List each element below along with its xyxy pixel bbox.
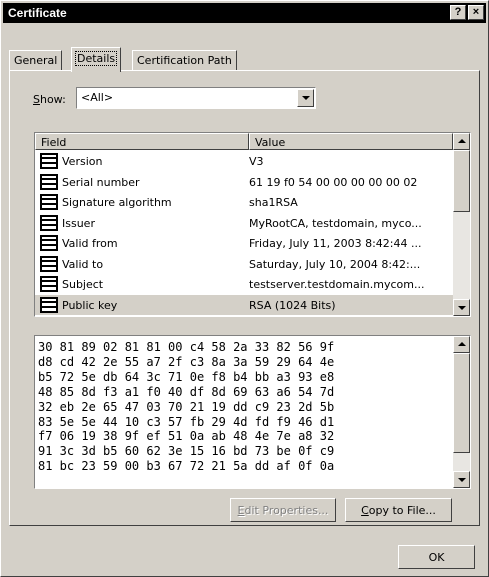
- field-name: Version: [62, 155, 103, 168]
- list-item[interactable]: Serial number 61 19 f0 54 00 00 00 00 00…: [35, 172, 453, 193]
- field-value: MyRootCA, testdomain, myco...: [249, 216, 422, 230]
- list-item[interactable]: Version V3: [35, 151, 453, 172]
- hex-line: 81 bc 23 59 00 b3 67 72 21 5a dd af 0f 0…: [38, 459, 335, 474]
- fields-list-scrollbar[interactable]: [453, 133, 470, 316]
- title-bar[interactable]: Certificate ? ×: [3, 3, 486, 23]
- show-label-accesskey: S: [33, 93, 40, 106]
- edit-properties-accesskey: E: [237, 504, 245, 517]
- certificate-field-icon: [40, 235, 58, 251]
- tab-general[interactable]: General: [9, 50, 63, 71]
- hex-line: 91 3c 3d b5 60 62 3e 15 16 bd 73 be 0f c…: [38, 444, 335, 459]
- field-value: 61 19 f0 54 00 00 00 00 00 02: [249, 175, 418, 189]
- fields-list[interactable]: Field Value Version V3 Serial number 61 …: [34, 132, 471, 317]
- field-value: V3: [249, 155, 264, 168]
- window-title: Certificate: [8, 6, 67, 20]
- hex-scrollbar[interactable]: [453, 336, 470, 488]
- field-name: Public key: [62, 298, 118, 312]
- fields-list-rows: Version V3 Serial number 61 19 f0 54 00 …: [35, 151, 453, 315]
- field-value: sha1RSA: [249, 196, 298, 209]
- field-name: Valid to: [62, 257, 104, 271]
- scroll-down-button[interactable]: [453, 299, 470, 316]
- edit-properties-label: dit Properties...: [244, 504, 329, 517]
- hex-line: f7 06 19 38 9f ef 51 0a ab 48 4e 7e a8 3…: [38, 429, 335, 444]
- scroll-up-button[interactable]: [453, 336, 470, 353]
- copy-to-file-label: opy to File...: [368, 504, 436, 517]
- field-name: Valid from: [62, 237, 118, 250]
- show-dropdown[interactable]: <All>: [76, 87, 316, 109]
- certificate-field-icon: [40, 296, 58, 313]
- scroll-thumb[interactable]: [453, 150, 470, 212]
- copy-to-file-accesskey: C: [361, 504, 369, 517]
- certificate-field-icon: [40, 255, 58, 272]
- hex-line: 48 85 8d f3 a1 f0 40 df 8d 69 63 a6 54 7…: [38, 384, 335, 399]
- tab-certification-path[interactable]: Certification Path: [132, 50, 237, 71]
- list-item[interactable]: Valid to Saturday, July 10, 2004 8:42:..…: [35, 254, 453, 275]
- column-header-value[interactable]: Value: [249, 133, 453, 150]
- fields-list-header: Field Value: [35, 133, 453, 150]
- field-value: Saturday, July 10, 2004 8:42:...: [249, 257, 421, 271]
- tab-certification-path-label: Certification Path: [137, 54, 232, 67]
- dropdown-arrow-button[interactable]: [297, 89, 314, 107]
- scroll-up-button[interactable]: [453, 133, 470, 150]
- list-item[interactable]: Issuer MyRootCA, testdomain, myco...: [35, 213, 453, 234]
- hex-line: 83 5e 5e 44 10 c3 57 fb 29 4d fd f9 46 d…: [38, 414, 335, 429]
- show-dropdown-value: <All>: [81, 91, 114, 104]
- field-value: RSA (1024 Bits): [249, 298, 336, 312]
- certificate-dialog: Certificate ? × General Details Certific…: [0, 0, 489, 577]
- list-item[interactable]: Valid from Friday, July 11, 2003 8:42:44…: [35, 233, 453, 254]
- certificate-field-icon: [40, 173, 58, 190]
- list-item-selected[interactable]: Public key RSA (1024 Bits): [35, 294, 453, 315]
- copy-to-file-button[interactable]: Copy to File...: [345, 498, 452, 522]
- chevron-up-icon: [458, 139, 466, 143]
- hex-line: 30 81 89 02 81 81 00 c4 58 2a 33 82 56 9…: [38, 340, 335, 354]
- list-item[interactable]: Signature algorithm sha1RSA: [35, 192, 453, 213]
- hex-dump: 30 81 89 02 81 81 00 c4 58 2a 33 82 56 9…: [38, 340, 334, 474]
- hex-line: b5 72 5e db 64 3c 71 0e f8 b4 bb a3 93 e…: [38, 369, 335, 384]
- show-label: Show:: [33, 93, 66, 106]
- scroll-down-button[interactable]: [453, 471, 470, 488]
- chevron-up-icon: [458, 342, 466, 346]
- show-label-text: how:: [39, 93, 66, 106]
- hex-line: d8 cd 42 2e 55 a7 2f c3 8a 3a 59 29 64 4…: [38, 354, 335, 369]
- certificate-field-icon: [40, 153, 58, 169]
- ok-button[interactable]: OK: [398, 545, 475, 569]
- chevron-down-icon: [458, 306, 466, 310]
- field-name: Signature algorithm: [62, 196, 172, 209]
- scroll-thumb[interactable]: [453, 353, 470, 453]
- chevron-down-icon: [302, 96, 310, 100]
- certificate-field-icon: [40, 276, 58, 292]
- tab-details-label: Details: [74, 51, 118, 66]
- edit-properties-button[interactable]: Edit Properties...: [230, 498, 336, 522]
- hex-line: 32 eb 2e 65 47 03 70 21 19 dd c9 23 2d 5…: [38, 399, 335, 414]
- field-value: testserver.testdomain.mycom...: [249, 278, 425, 291]
- help-button[interactable]: ?: [450, 5, 466, 20]
- column-header-field[interactable]: Field: [35, 133, 249, 150]
- tab-details[interactable]: Details: [71, 47, 122, 72]
- list-item[interactable]: Subject testserver.testdomain.mycom...: [35, 274, 453, 295]
- close-button[interactable]: ×: [468, 5, 484, 20]
- certificate-field-icon: [40, 214, 58, 231]
- field-name: Serial number: [62, 175, 140, 189]
- field-value-textbox[interactable]: 30 81 89 02 81 81 00 c4 58 2a 33 82 56 9…: [34, 335, 471, 489]
- field-name: Issuer: [62, 216, 95, 230]
- field-value: Friday, July 11, 2003 8:42:44 ...: [249, 237, 422, 250]
- certificate-field-icon: [40, 194, 58, 210]
- tab-general-label: General: [14, 54, 58, 67]
- chevron-down-icon: [458, 478, 466, 482]
- field-name: Subject: [62, 278, 104, 291]
